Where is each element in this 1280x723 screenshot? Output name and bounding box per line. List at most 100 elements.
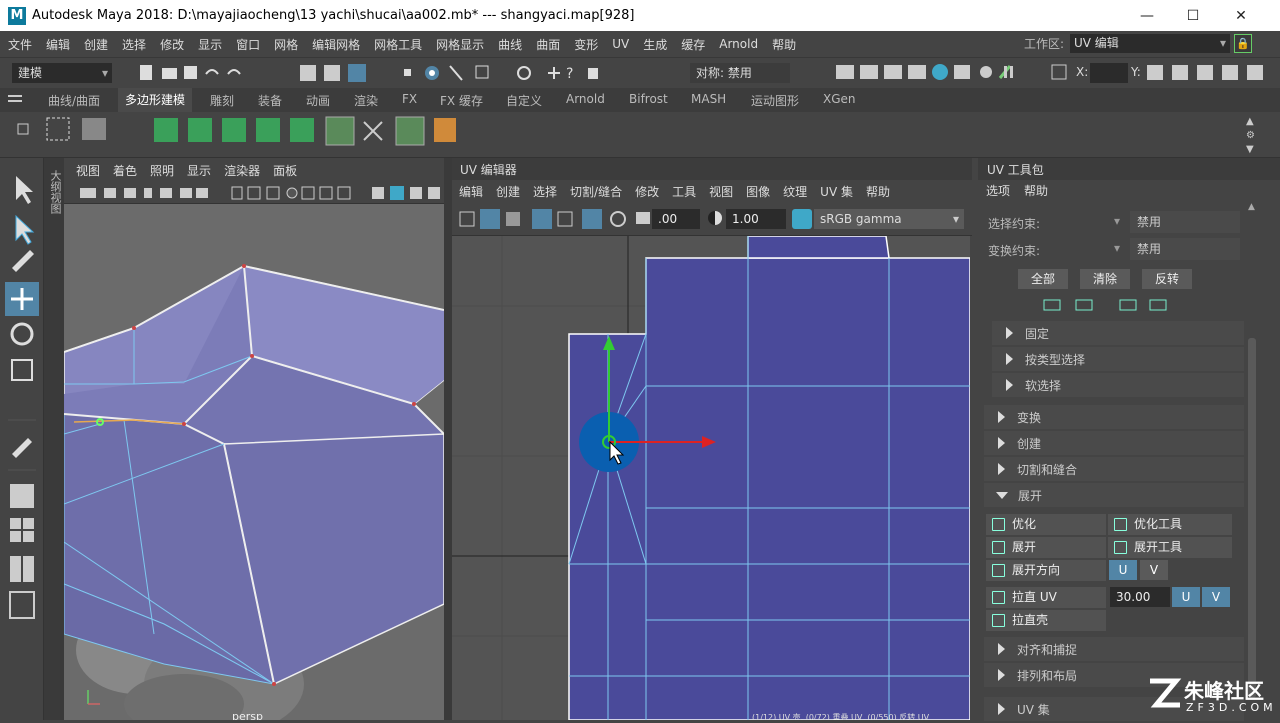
straighten-u-button[interactable]: U	[1172, 587, 1200, 607]
menu-help[interactable]: 帮助	[772, 36, 796, 53]
perspective-viewport[interactable]: persp	[64, 204, 444, 720]
shelf-tab-bifrost[interactable]: Bifrost	[629, 92, 668, 106]
y-label: Y:	[1131, 65, 1141, 79]
shelf-tab-polygon-modeling[interactable]: 多边形建模	[118, 88, 193, 112]
shelf-tab-xgen[interactable]: XGen	[823, 92, 856, 106]
section-cut-sew[interactable]: 切割和缝合	[984, 457, 1244, 481]
section-align-snap[interactable]: 对齐和捕捉	[984, 637, 1244, 661]
uv-menu-textures[interactable]: 纹理	[783, 183, 807, 200]
vp-menu-view[interactable]: 视图	[76, 162, 100, 179]
section-transform[interactable]: 变换	[984, 405, 1244, 429]
straighten-angle-field[interactable]: 30.00	[1110, 587, 1170, 607]
shelf-tab-curves[interactable]: 曲线/曲面	[48, 92, 100, 109]
uv-menu-view[interactable]: 视图	[709, 183, 733, 200]
shelf-tab-fx[interactable]: FX	[402, 92, 417, 106]
workspace-dropdown[interactable]: UV 编辑 ▾	[1070, 34, 1230, 53]
unfold-direction-button[interactable]: 展开方向	[986, 560, 1106, 581]
shelf-tab-custom[interactable]: 自定义	[506, 92, 542, 109]
uv-menu-create[interactable]: 创建	[496, 183, 520, 200]
shelf-tab-mash[interactable]: MASH	[691, 92, 726, 106]
shelf-tab-rendering[interactable]: 渲染	[354, 92, 378, 109]
uv-menu-cut-sew[interactable]: 切割/缝合	[570, 183, 622, 200]
section-create[interactable]: 创建	[984, 431, 1244, 455]
outliner-strip[interactable]: 大纲视图	[44, 158, 64, 720]
straighten-uv-button[interactable]: 拉直 UV	[986, 587, 1106, 608]
menu-edit[interactable]: 编辑	[46, 36, 70, 53]
vp-menu-renderer[interactable]: 渲染器	[224, 162, 260, 179]
uv-menu-modify[interactable]: 修改	[635, 183, 659, 200]
mode-dropdown[interactable]: 建模 ▾	[12, 63, 112, 83]
clear-button[interactable]: 清除	[1080, 269, 1130, 289]
shelf-tab-motion-graphics[interactable]: 运动图形	[751, 92, 799, 109]
menu-mesh-display[interactable]: 网格显示	[436, 36, 484, 53]
tk-menu-help[interactable]: 帮助	[1024, 182, 1048, 199]
minimize-button[interactable]: —	[1124, 0, 1170, 31]
optimize-button[interactable]: 优化	[986, 514, 1106, 535]
section-soft-select[interactable]: 软选择	[992, 373, 1244, 397]
straighten-shell-button[interactable]: 拉直壳	[986, 610, 1106, 631]
menu-generate[interactable]: 生成	[643, 36, 667, 53]
close-button[interactable]: ✕	[1218, 0, 1264, 31]
menu-display[interactable]: 显示	[198, 36, 222, 53]
symmetry-dropdown[interactable]: 对称: 禁用	[690, 63, 790, 83]
menu-file[interactable]: 文件	[8, 36, 32, 53]
select-all-button[interactable]: 全部	[1018, 269, 1068, 289]
shelf-tab-animation[interactable]: 动画	[306, 92, 330, 109]
uv-checker-icon	[532, 209, 552, 229]
uv-menu-select[interactable]: 选择	[533, 183, 557, 200]
uv-menu-image[interactable]: 图像	[746, 183, 770, 200]
unfold-u-button[interactable]: U	[1109, 560, 1137, 580]
unfold-button[interactable]: 展开	[986, 537, 1106, 558]
menu-arnold[interactable]: Arnold	[719, 37, 758, 51]
menu-curves[interactable]: 曲线	[498, 36, 522, 53]
panel-splitter[interactable]	[444, 158, 452, 720]
lock-selection-icon	[588, 68, 598, 79]
vp-menu-panels[interactable]: 面板	[273, 162, 297, 179]
toolkit-scrollbar[interactable]	[1248, 338, 1256, 698]
unfold-v-button[interactable]: V	[1140, 560, 1168, 580]
color-management-icon[interactable]	[792, 209, 812, 229]
shelf-tab-fx-cache[interactable]: FX 缓存	[440, 92, 483, 109]
shelf-tab-rigging[interactable]: 装备	[258, 92, 282, 109]
lock-icon[interactable]: 🔒	[1234, 34, 1252, 53]
menu-create[interactable]: 创建	[84, 36, 108, 53]
x-field[interactable]	[1090, 63, 1128, 83]
menu-mesh-tools[interactable]: 网格工具	[374, 36, 422, 53]
transform-constraint-dropdown[interactable]: 禁用	[1130, 238, 1240, 260]
tk-menu-options[interactable]: 选项	[986, 182, 1010, 199]
select-constraint-dropdown[interactable]: 禁用	[1130, 211, 1240, 233]
shelf-tab-arnold[interactable]: Arnold	[566, 92, 605, 106]
vp-menu-show[interactable]: 显示	[187, 162, 211, 179]
gamma-icon[interactable]	[708, 211, 722, 225]
exposure-field[interactable]: .00	[652, 209, 700, 229]
scroll-up-icon[interactable]: ▲	[1248, 202, 1255, 212]
invert-button[interactable]: 反转	[1142, 269, 1192, 289]
menu-modify[interactable]: 修改	[160, 36, 184, 53]
color-space-dropdown[interactable]: sRGB gamma ▾	[814, 209, 964, 229]
menu-uv[interactable]: UV	[612, 37, 629, 51]
gamma-field[interactable]: 1.00	[726, 209, 786, 229]
shelf-menu-icon[interactable]	[8, 92, 22, 108]
menu-select[interactable]: 选择	[122, 36, 146, 53]
unfold-tool-button[interactable]: 展开工具	[1108, 537, 1232, 558]
menu-edit-mesh[interactable]: 编辑网格	[312, 36, 360, 53]
maximize-button[interactable]: ☐	[1170, 0, 1216, 31]
vp-menu-shading[interactable]: 着色	[113, 162, 137, 179]
menu-mesh[interactable]: 网格	[274, 36, 298, 53]
uv-canvas[interactable]: (1/12) UV 壳, (0/72) 重叠 UV, (0/550) 反转 UV	[452, 236, 970, 720]
menu-cache[interactable]: 缓存	[681, 36, 705, 53]
uv-menu-help[interactable]: 帮助	[866, 183, 890, 200]
optimize-tool-button[interactable]: 优化工具	[1108, 514, 1232, 535]
shelf-tab-sculpt[interactable]: 雕刻	[210, 92, 234, 109]
menu-surfaces[interactable]: 曲面	[536, 36, 560, 53]
section-select-by-type[interactable]: 按类型选择	[992, 347, 1244, 371]
menu-deform[interactable]: 变形	[574, 36, 598, 53]
section-unfold[interactable]: 展开	[984, 483, 1244, 507]
vp-menu-lighting[interactable]: 照明	[150, 162, 174, 179]
section-pin[interactable]: 固定	[992, 321, 1244, 345]
uv-menu-tools[interactable]: 工具	[672, 183, 696, 200]
uv-menu-edit[interactable]: 编辑	[459, 183, 483, 200]
uv-menu-uvsets[interactable]: UV 集	[820, 183, 853, 200]
straighten-v-button[interactable]: V	[1202, 587, 1230, 607]
menu-window[interactable]: 窗口	[236, 36, 260, 53]
